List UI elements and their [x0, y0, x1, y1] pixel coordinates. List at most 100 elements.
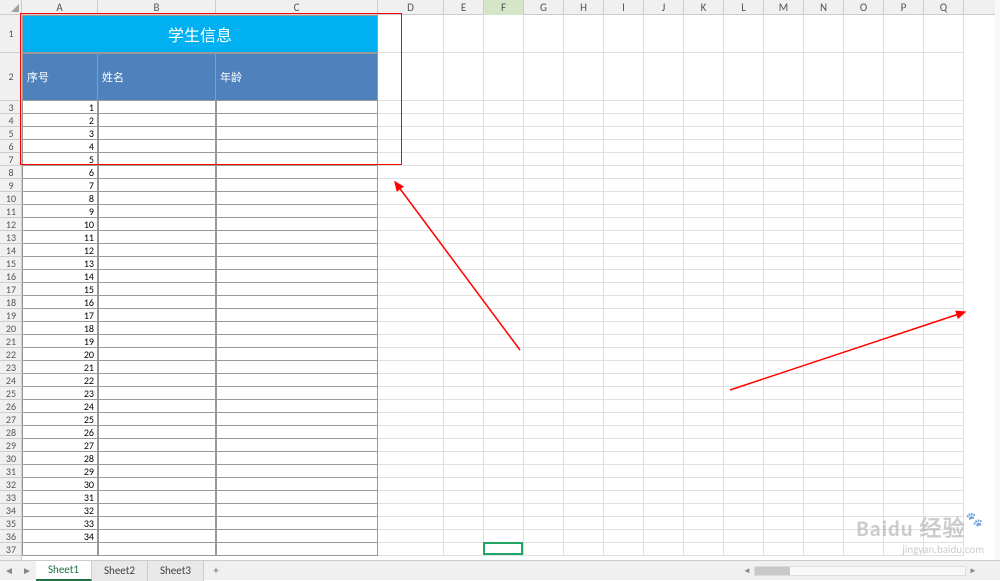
cell-B33[interactable] — [98, 491, 216, 504]
cell-A13[interactable]: 11 — [22, 231, 98, 244]
cell-F29[interactable] — [484, 439, 524, 452]
cell-A11[interactable]: 9 — [22, 205, 98, 218]
row-header-32[interactable]: 32 — [0, 478, 22, 491]
row-header-18[interactable]: 18 — [0, 296, 22, 309]
cell-F9[interactable] — [484, 179, 524, 192]
cell-N33[interactable] — [804, 491, 844, 504]
cell-L33[interactable] — [724, 491, 764, 504]
cell-N2[interactable] — [804, 53, 844, 101]
cell-H30[interactable] — [564, 452, 604, 465]
cell-A23[interactable]: 21 — [22, 361, 98, 374]
cell-M30[interactable] — [764, 452, 804, 465]
column-header-P[interactable]: P — [884, 0, 924, 15]
cell-Q27[interactable] — [924, 413, 964, 426]
cell-J1[interactable] — [644, 15, 684, 53]
cell-C32[interactable] — [216, 478, 378, 491]
cell-L7[interactable] — [724, 153, 764, 166]
cell-M6[interactable] — [764, 140, 804, 153]
cell-K33[interactable] — [684, 491, 724, 504]
cell-D24[interactable] — [378, 374, 444, 387]
cell-D27[interactable] — [378, 413, 444, 426]
cell-E24[interactable] — [444, 374, 484, 387]
cell-B24[interactable] — [98, 374, 216, 387]
cell-B18[interactable] — [98, 296, 216, 309]
cell-B9[interactable] — [98, 179, 216, 192]
cell-E19[interactable] — [444, 309, 484, 322]
cell-P1[interactable] — [884, 15, 924, 53]
cell-I16[interactable] — [604, 270, 644, 283]
cell-Q14[interactable] — [924, 244, 964, 257]
title-cell[interactable]: 学生信息 — [22, 15, 378, 53]
cell-E3[interactable] — [444, 101, 484, 114]
cell-E26[interactable] — [444, 400, 484, 413]
row-header-7[interactable]: 7 — [0, 153, 22, 166]
cell-M36[interactable] — [764, 530, 804, 543]
cell-B13[interactable] — [98, 231, 216, 244]
cell-K12[interactable] — [684, 218, 724, 231]
cell-A19[interactable]: 17 — [22, 309, 98, 322]
cell-A33[interactable]: 31 — [22, 491, 98, 504]
cell-C4[interactable] — [216, 114, 378, 127]
cell-N11[interactable] — [804, 205, 844, 218]
cell-H17[interactable] — [564, 283, 604, 296]
cell-K22[interactable] — [684, 348, 724, 361]
sheet-tab-sheet2[interactable]: Sheet2 — [92, 561, 148, 581]
cell-P32[interactable] — [884, 478, 924, 491]
cell-I18[interactable] — [604, 296, 644, 309]
cell-F18[interactable] — [484, 296, 524, 309]
cell-I9[interactable] — [604, 179, 644, 192]
cell-O7[interactable] — [844, 153, 884, 166]
cell-P16[interactable] — [884, 270, 924, 283]
row-header-36[interactable]: 36 — [0, 530, 22, 543]
cell-H3[interactable] — [564, 101, 604, 114]
cell-J9[interactable] — [644, 179, 684, 192]
cell-F34[interactable] — [484, 504, 524, 517]
cell-I6[interactable] — [604, 140, 644, 153]
cell-C13[interactable] — [216, 231, 378, 244]
cell-M20[interactable] — [764, 322, 804, 335]
cell-C12[interactable] — [216, 218, 378, 231]
cell-P29[interactable] — [884, 439, 924, 452]
cell-O1[interactable] — [844, 15, 884, 53]
cell-Q34[interactable] — [924, 504, 964, 517]
cell-P3[interactable] — [884, 101, 924, 114]
cell-D16[interactable] — [378, 270, 444, 283]
cell-B10[interactable] — [98, 192, 216, 205]
cell-Q23[interactable] — [924, 361, 964, 374]
cell-O20[interactable] — [844, 322, 884, 335]
cell-F19[interactable] — [484, 309, 524, 322]
cell-J21[interactable] — [644, 335, 684, 348]
cell-E5[interactable] — [444, 127, 484, 140]
cell-B17[interactable] — [98, 283, 216, 296]
cell-K20[interactable] — [684, 322, 724, 335]
cell-D19[interactable] — [378, 309, 444, 322]
cell-F8[interactable] — [484, 166, 524, 179]
cell-A35[interactable]: 33 — [22, 517, 98, 530]
cell-F20[interactable] — [484, 322, 524, 335]
cell-K1[interactable] — [684, 15, 724, 53]
cell-D1[interactable] — [378, 15, 444, 53]
cell-B16[interactable] — [98, 270, 216, 283]
header-cell-C[interactable]: 年龄 — [216, 53, 378, 101]
cell-D29[interactable] — [378, 439, 444, 452]
cell-L28[interactable] — [724, 426, 764, 439]
cell-O28[interactable] — [844, 426, 884, 439]
cell-A7[interactable]: 5 — [22, 153, 98, 166]
cell-E21[interactable] — [444, 335, 484, 348]
cell-I26[interactable] — [604, 400, 644, 413]
cell-K7[interactable] — [684, 153, 724, 166]
cell-C9[interactable] — [216, 179, 378, 192]
cell-I24[interactable] — [604, 374, 644, 387]
cell-L21[interactable] — [724, 335, 764, 348]
cell-B28[interactable] — [98, 426, 216, 439]
column-header-I[interactable]: I — [604, 0, 644, 15]
row-header-9[interactable]: 9 — [0, 179, 22, 192]
cell-F15[interactable] — [484, 257, 524, 270]
cell-K6[interactable] — [684, 140, 724, 153]
cell-H13[interactable] — [564, 231, 604, 244]
cell-A17[interactable]: 15 — [22, 283, 98, 296]
cell-F4[interactable] — [484, 114, 524, 127]
cell-L22[interactable] — [724, 348, 764, 361]
row-header-37[interactable]: 37 — [0, 543, 22, 556]
sheet-tab-sheet3[interactable]: Sheet3 — [148, 561, 204, 581]
